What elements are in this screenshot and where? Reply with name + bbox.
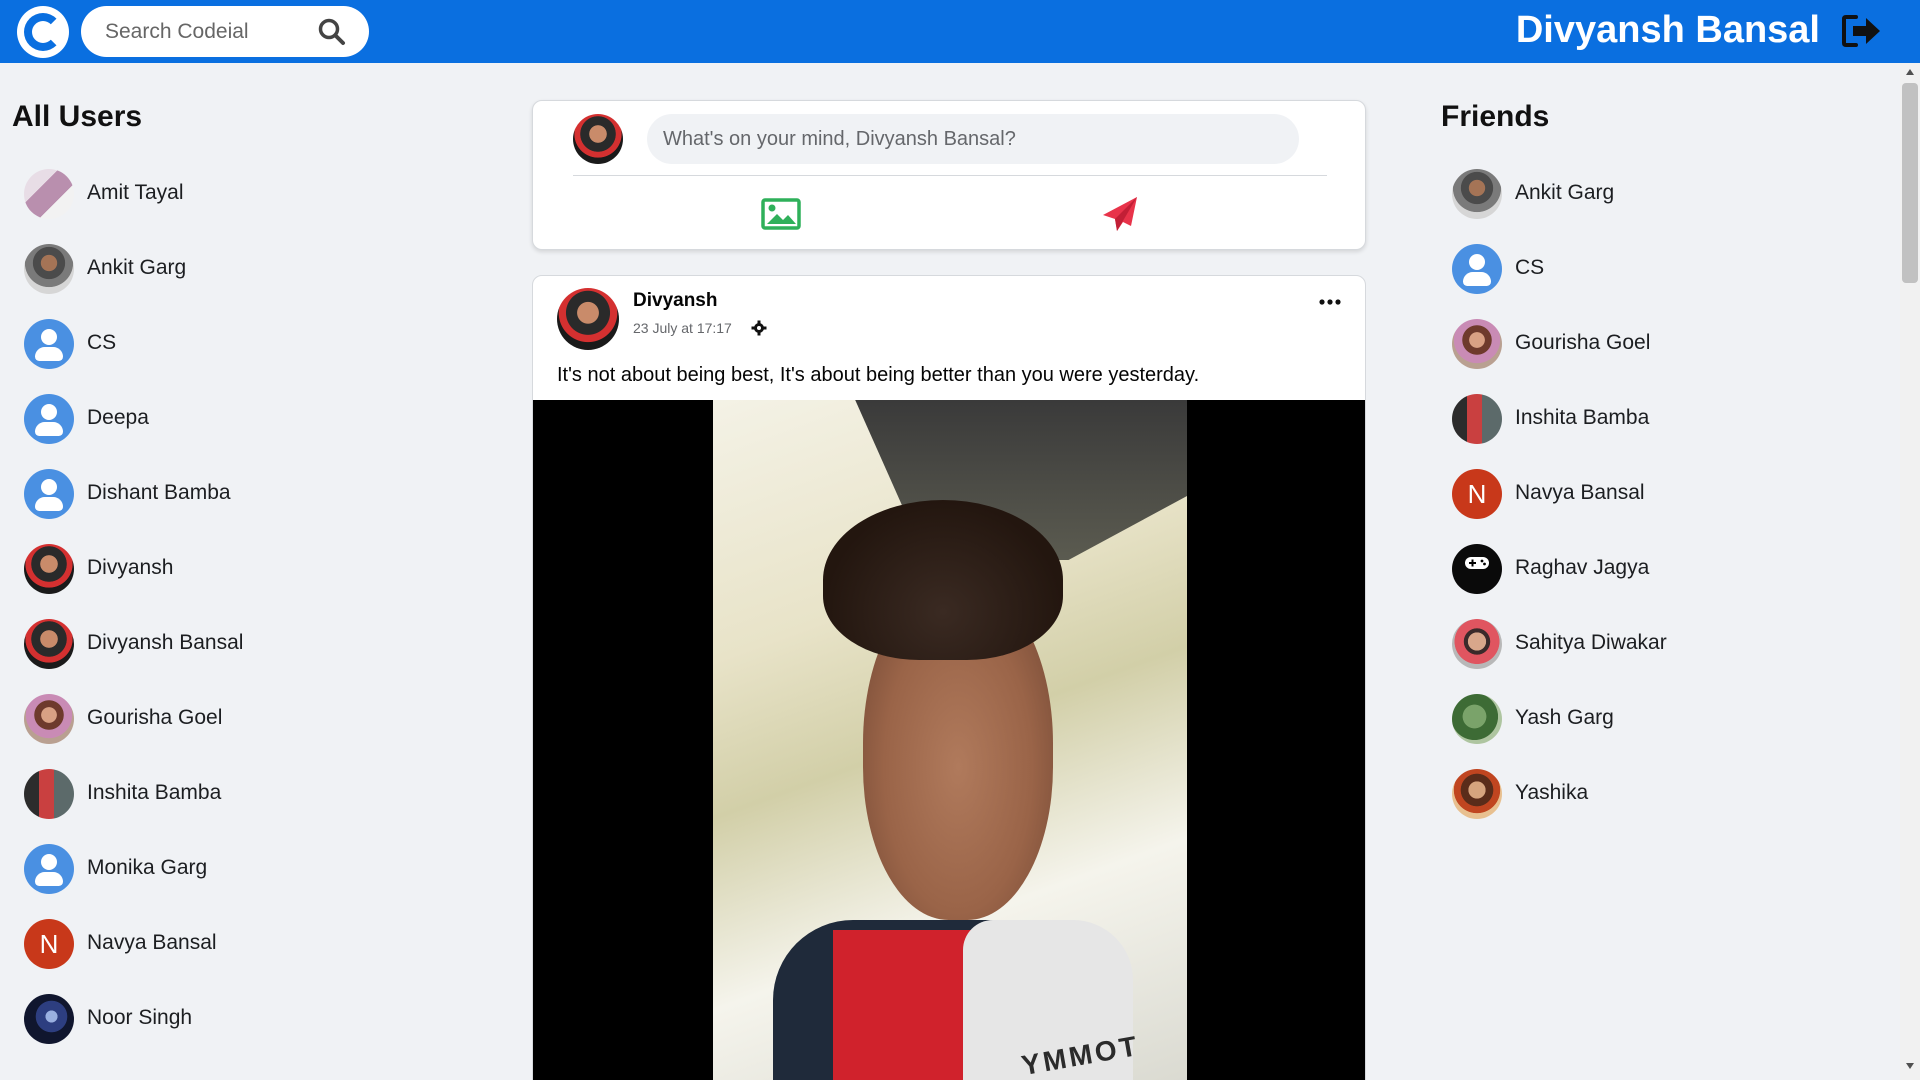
- post-media[interactable]: YMMOT: [533, 400, 1365, 1080]
- friend-item-inshita-bamba[interactable]: Inshita Bamba: [1452, 382, 1812, 457]
- avatar: [1452, 619, 1502, 669]
- avatar: [24, 244, 74, 294]
- user-name: Deepa: [87, 406, 149, 429]
- friend-name: Ankit Garg: [1515, 181, 1615, 204]
- friend-name: Inshita Bamba: [1515, 406, 1650, 429]
- user-name: Gourisha Goel: [87, 706, 223, 729]
- all-users-list: Amit Tayal Ankit Garg CS Deepa Dishant B…: [24, 157, 384, 1057]
- avatar: [1452, 694, 1502, 744]
- default-avatar-icon: [24, 469, 74, 519]
- user-name: Noor Singh: [87, 1006, 193, 1029]
- avatar: [24, 544, 74, 594]
- photo-hair: [823, 500, 1063, 660]
- letter-avatar: N: [1452, 469, 1502, 519]
- avatar: [1452, 394, 1502, 444]
- default-avatar-icon: [24, 319, 74, 369]
- avatar: [1452, 544, 1502, 594]
- avatar: [1452, 169, 1502, 219]
- friend-item-yash-garg[interactable]: Yash Garg: [1452, 682, 1812, 757]
- user-item-dishant-bamba[interactable]: Dishant Bamba: [24, 457, 384, 532]
- avatar: [24, 694, 74, 744]
- scroll-thumb[interactable]: [1902, 83, 1918, 283]
- post-photo: YMMOT: [713, 400, 1187, 1080]
- user-item-divyansh-bansal[interactable]: Divyansh Bansal: [24, 607, 384, 682]
- codeial-logo[interactable]: [17, 6, 69, 58]
- default-avatar-icon: [1452, 244, 1502, 294]
- scroll-down-arrow-icon[interactable]: [1906, 1063, 1914, 1069]
- avatar: [1452, 769, 1502, 819]
- scroll-up-arrow-icon[interactable]: [1906, 69, 1914, 75]
- user-name: Navya Bansal: [87, 931, 217, 954]
- user-name: Divyansh: [87, 556, 174, 579]
- user-name: Monika Garg: [87, 856, 208, 879]
- post-text: It's not about being best, It's about be…: [557, 364, 1200, 386]
- current-user-name[interactable]: Divyansh Bansal: [1516, 9, 1820, 52]
- post-card: Divyansh 23 July at 17:17 It's not about…: [532, 275, 1366, 1080]
- avatar: [1452, 319, 1502, 369]
- friend-name: Navya Bansal: [1515, 481, 1645, 504]
- user-name: CS: [87, 331, 117, 354]
- post-input[interactable]: [647, 114, 1299, 164]
- friend-name: Yashika: [1515, 781, 1589, 804]
- search-icon[interactable]: [317, 17, 347, 47]
- friend-item-gourisha-goel[interactable]: Gourisha Goel: [1452, 307, 1812, 382]
- user-name: Ankit Garg: [87, 256, 187, 279]
- divider: [573, 175, 1327, 176]
- friend-item-raghav-jagya[interactable]: Raghav Jagya: [1452, 532, 1812, 607]
- post-author-avatar[interactable]: [557, 288, 619, 350]
- user-name: Inshita Bamba: [87, 781, 222, 804]
- post-author[interactable]: Divyansh: [633, 290, 717, 312]
- friend-item-sahitya-diwakar[interactable]: Sahitya Diwakar: [1452, 607, 1812, 682]
- user-item-gourisha-goel[interactable]: Gourisha Goel: [24, 682, 384, 757]
- user-name: Dishant Bamba: [87, 481, 231, 504]
- paper-plane-icon[interactable]: [1101, 195, 1139, 233]
- gamepad-icon: [1465, 557, 1489, 569]
- user-item-cs[interactable]: CS: [24, 307, 384, 382]
- user-item-navya-bansal[interactable]: N Navya Bansal: [24, 907, 384, 982]
- letter-avatar: N: [24, 919, 74, 969]
- friend-item-yashika[interactable]: Yashika: [1452, 757, 1812, 832]
- top-navbar: Divyansh Bansal: [0, 0, 1920, 63]
- friend-item-navya-bansal[interactable]: N Navya Bansal: [1452, 457, 1812, 532]
- user-item-ankit-garg[interactable]: Ankit Garg: [24, 232, 384, 307]
- image-icon[interactable]: [761, 197, 801, 231]
- user-item-monika-garg[interactable]: Monika Garg: [24, 832, 384, 907]
- user-item-divyansh[interactable]: Divyansh: [24, 532, 384, 607]
- user-item-inshita-bamba[interactable]: Inshita Bamba: [24, 757, 384, 832]
- search-bar[interactable]: [81, 6, 369, 57]
- friend-name: Raghav Jagya: [1515, 556, 1650, 579]
- user-name: Amit Tayal: [87, 181, 184, 204]
- post-composer: [532, 100, 1366, 250]
- user-item-amit-tayal[interactable]: Amit Tayal: [24, 157, 384, 232]
- friends-title: Friends: [1441, 100, 1550, 133]
- default-avatar-icon: [24, 844, 74, 894]
- user-item-noor-singh[interactable]: Noor Singh: [24, 982, 384, 1057]
- gear-icon: [751, 320, 767, 336]
- user-name: Divyansh Bansal: [87, 631, 244, 654]
- avatar: [24, 769, 74, 819]
- all-users-title: All Users: [12, 100, 143, 133]
- more-dots-icon[interactable]: [1319, 298, 1341, 306]
- avatar: [24, 619, 74, 669]
- friend-item-ankit-garg[interactable]: Ankit Garg: [1452, 157, 1812, 232]
- friend-name: Sahitya Diwakar: [1515, 631, 1667, 654]
- default-avatar-icon: [24, 394, 74, 444]
- avatar: [24, 169, 74, 219]
- friend-item-cs[interactable]: CS: [1452, 232, 1812, 307]
- photo-shirt-red: [833, 930, 973, 1080]
- search-input[interactable]: [105, 6, 325, 57]
- avatar: [24, 994, 74, 1044]
- logout-icon[interactable]: [1842, 14, 1882, 48]
- friend-name: CS: [1515, 256, 1545, 279]
- user-item-deepa[interactable]: Deepa: [24, 382, 384, 457]
- friend-name: Yash Garg: [1515, 706, 1614, 729]
- friend-name: Gourisha Goel: [1515, 331, 1651, 354]
- logo-mark: [24, 13, 62, 51]
- composer-avatar: [573, 114, 623, 164]
- page-scrollbar[interactable]: [1900, 63, 1920, 1080]
- post-timestamp[interactable]: 23 July at 17:17: [633, 320, 732, 336]
- friends-list: Ankit Garg CS Gourisha Goel Inshita Bamb…: [1452, 157, 1812, 832]
